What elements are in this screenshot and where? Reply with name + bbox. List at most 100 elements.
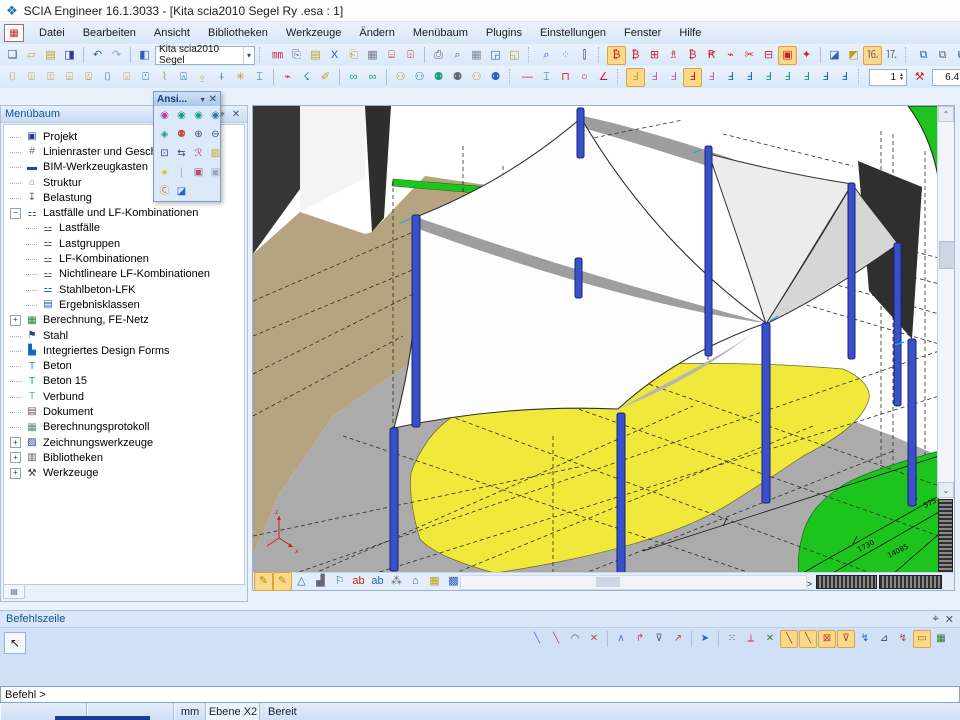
toolbar-button[interactable]: Ⅎ — [626, 68, 645, 87]
menu-item-bibliotheken[interactable]: Bibliotheken — [199, 25, 277, 41]
toolbar-button[interactable]: ⚒ — [910, 68, 929, 87]
target-button[interactable]: ✦ — [797, 46, 816, 65]
chevron-down-icon[interactable]: ▾ — [201, 95, 205, 104]
menu-item-fenster[interactable]: Fenster — [615, 25, 670, 41]
horizontal-scroll-thumb[interactable] — [596, 577, 620, 587]
clipboard-button[interactable]: ⎗ — [344, 46, 363, 65]
calc-button[interactable]: ▦ — [932, 630, 950, 648]
toolbar-button[interactable]: ⚇ — [391, 68, 410, 87]
toolbar-button[interactable]: ⊽ — [837, 630, 855, 648]
snap-point[interactable]: ✕ — [761, 630, 779, 648]
toolbar-button[interactable]: ⊽ — [650, 630, 668, 648]
command-input[interactable]: Befehl > — [0, 686, 960, 703]
tree-item-lastf-lle-und-lf-kombinationen[interactable]: −⚏Lastfälle und LF-Kombinationen — [4, 205, 244, 220]
loads-button[interactable]: ▟ — [311, 572, 330, 591]
toolbar-button[interactable]: ₿ — [683, 46, 702, 65]
viewport-3d[interactable]: 1730 14085 575 z x — [252, 105, 955, 591]
view-3d-button[interactable]: ◈ — [156, 126, 173, 143]
status-layer[interactable]: Ebene X2 — [206, 703, 260, 720]
new-project-button[interactable]: ❏ — [3, 46, 22, 65]
bed-button[interactable]: ⌸ — [382, 46, 401, 65]
view-axo-button[interactable]: ◉ — [207, 107, 224, 124]
model-button[interactable]: ⌂ — [406, 572, 425, 591]
camera-button[interactable]: ▣ — [190, 164, 207, 181]
pin-icon[interactable]: ⌖ — [933, 613, 939, 626]
toolbar-button[interactable]: ∞ — [344, 68, 363, 87]
horizontal-scrollbar[interactable] — [460, 575, 807, 590]
toolbar-button[interactable]: ⚇ — [467, 68, 486, 87]
menu-item-einstellungen[interactable]: Einstellungen — [531, 25, 615, 41]
toolbar-button[interactable]: Ⅎ — [835, 68, 854, 87]
toolbar-button[interactable]: ⌁ — [721, 46, 740, 65]
surface-button[interactable]: ▦ — [425, 572, 444, 591]
toolbar-button[interactable]: ⍭ — [212, 68, 231, 87]
toolbar-button[interactable]: ∧ — [612, 630, 630, 648]
gallery-button[interactable]: ◲ — [486, 46, 505, 65]
redraw-button[interactable]: ℛ — [190, 145, 207, 162]
toolbar-button[interactable]: ⌷ — [98, 68, 117, 87]
camera2-button[interactable]: ▣ — [207, 164, 224, 181]
collapse-icon[interactable]: − — [10, 208, 21, 219]
tree-item-ergebnisklassen[interactable]: ▤Ergebnisklassen — [4, 297, 244, 312]
toolbar-button[interactable]: ╲ — [799, 630, 817, 648]
expand-icon[interactable]: + — [10, 315, 21, 326]
toolbar-button[interactable]: ✂ — [740, 46, 759, 65]
names-button[interactable]: ab — [349, 572, 368, 591]
scroll-up-button[interactable]: ⌃ — [938, 106, 954, 122]
open-button[interactable]: ▱ — [22, 46, 41, 65]
units-button[interactable]: ㎜ — [268, 46, 287, 65]
toolbar-button[interactable]: ₿ — [626, 46, 645, 65]
toolbar-button[interactable]: ✐ — [316, 68, 335, 87]
snap-ortho[interactable]: ⟂ — [742, 630, 760, 648]
toolbar-button[interactable]: ↯ — [894, 630, 912, 648]
toolbar-button[interactable]: ♗ — [664, 46, 683, 65]
view-y-button[interactable]: ◉ — [173, 107, 190, 124]
toolbar-button[interactable]: Ⅎ — [721, 68, 740, 87]
view-x-button[interactable]: ◉ — [156, 107, 173, 124]
expand-icon[interactable]: + — [10, 452, 21, 463]
toolbar-button[interactable]: ⊞ — [645, 46, 664, 65]
toolbar-button[interactable]: ⌇ — [155, 68, 174, 87]
wireframe-button[interactable]: ✎ — [254, 572, 273, 591]
toolbar-button[interactable]: ⒗ — [863, 46, 882, 65]
zoom-in-button[interactable]: ⊕ — [190, 126, 207, 143]
expand-icon[interactable]: + — [10, 468, 21, 479]
toolbar-button[interactable]: ⒘ — [882, 46, 901, 65]
toolbar-button[interactable]: ⊿ — [875, 630, 893, 648]
cursor-snap-button[interactable]: ➤ — [696, 630, 714, 648]
menu-item-ansicht[interactable]: Ansicht — [145, 25, 199, 41]
factor-spinner[interactable]: 6.4 ▲▼ — [932, 69, 960, 86]
document-icon[interactable]: ▦ — [4, 24, 24, 42]
toolbar-button[interactable]: Ⅎ — [816, 68, 835, 87]
tree-item-verbund[interactable]: TVerbund — [4, 389, 244, 404]
toolbar-button[interactable]: ⌸ — [60, 68, 79, 87]
scale-spinner[interactable]: 1 ▲▼ — [869, 69, 907, 86]
toolbar-button[interactable]: Ꞧ — [702, 46, 721, 65]
menu-item-ändern[interactable]: Ändern — [350, 25, 403, 41]
menu-item-datei[interactable]: Datei — [30, 25, 74, 41]
combination-button[interactable]: ▣ — [778, 46, 797, 65]
tree-item-zeichnungswerkzeuge[interactable]: +▨Zeichnungswerkzeuge — [4, 435, 244, 450]
render-mode-button[interactable]: ✎ — [273, 572, 292, 591]
tree-item-bibliotheken[interactable]: +▥Bibliotheken — [4, 450, 244, 465]
toolbar-button[interactable]: ⍚ — [193, 68, 212, 87]
tree-item-nichtlineare-lf-kombinationen[interactable]: ⚍Nichtlineare LF-Kombinationen — [4, 267, 244, 282]
toolbar-button[interactable]: ⌶ — [250, 68, 269, 87]
preview-button[interactable]: ⌕ — [448, 46, 467, 65]
command-panel-header[interactable]: Befehlszeile ⌖ ✕ — [0, 611, 960, 628]
view-toolbar-header[interactable]: Ansi... ▾ ✕ — [154, 92, 220, 106]
toolbar-button[interactable]: Ⅎ — [645, 68, 664, 87]
grid-tool-button[interactable]: ⁘ — [556, 46, 575, 65]
labels-button[interactable]: ⚐ — [330, 572, 349, 591]
toolbar-button[interactable]: ⊠ — [818, 630, 836, 648]
close-project-button[interactable]: ▤ — [41, 46, 60, 65]
toolbar-button[interactable]: Ⅎ — [740, 68, 759, 87]
xy-button[interactable]: Χ — [325, 46, 344, 65]
toolbar-button[interactable]: Ⅎ — [759, 68, 778, 87]
toolbar-button[interactable]: Ⅎ — [778, 68, 797, 87]
close-icon[interactable]: ✕ — [229, 109, 243, 120]
toolbar-button[interactable]: ⍗ — [22, 68, 41, 87]
redo-button[interactable]: ↷ — [107, 46, 126, 65]
save-button[interactable]: ◨ — [60, 46, 79, 65]
toolbar-button[interactable]: | — [173, 164, 190, 181]
